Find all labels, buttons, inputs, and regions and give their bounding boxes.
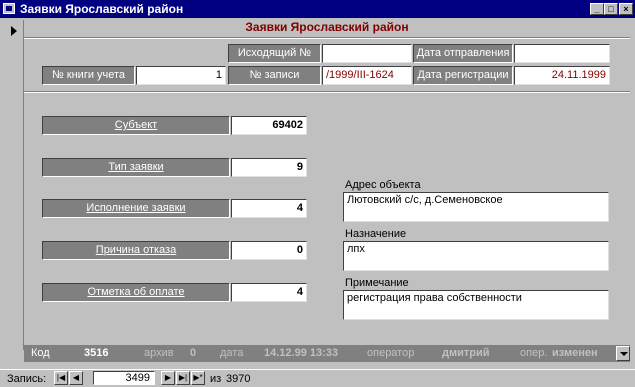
first-record-icon[interactable]: |◀	[54, 371, 68, 385]
window-titlebar[interactable]: Заявки Ярославский район _ □ ×	[0, 0, 635, 18]
date-label: дата	[220, 347, 244, 359]
request-execution-field[interactable]: 4	[231, 199, 307, 218]
record-selector[interactable]	[4, 20, 24, 350]
record-number-label: № записи	[228, 66, 321, 85]
record-navigation-bar: Запись: |◀ ◀ 3499 ▶ ▶| ▶* из 3970	[0, 369, 635, 387]
payment-mark-button[interactable]: Отметка об оплате	[42, 283, 230, 302]
operator-value: дмитрий	[442, 347, 490, 359]
header-divider	[24, 37, 630, 39]
form-window-icon[interactable]	[3, 3, 15, 14]
scroll-down-icon[interactable]	[616, 346, 630, 361]
payment-mark-field[interactable]: 4	[231, 283, 307, 302]
form-title: Заявки Ярославский район	[245, 20, 409, 34]
refusal-reason-button[interactable]: Причина отказа	[42, 241, 230, 260]
minimize-button[interactable]: _	[590, 3, 604, 15]
archive-label: архив	[144, 347, 174, 359]
outgoing-number-label: Исходящий №	[228, 44, 321, 63]
current-record-arrow-icon	[11, 26, 17, 36]
registration-date-field[interactable]: 24.11.1999	[514, 66, 610, 85]
object-address-field[interactable]: Лютовский с/с, д.Семеновское	[343, 192, 609, 222]
code-value: 3516	[84, 347, 109, 359]
outgoing-number-field[interactable]	[322, 44, 412, 63]
maximize-button[interactable]: □	[604, 3, 618, 15]
horizontal-scrollbar[interactable]	[300, 371, 630, 385]
note-label: Примечание	[345, 277, 409, 289]
operator-label: оператор	[367, 347, 415, 359]
op-value: изменен	[552, 347, 598, 359]
date-value: 14.12.99 13:33	[264, 347, 339, 359]
request-type-field[interactable]: 9	[231, 158, 307, 177]
new-record-icon[interactable]: ▶*	[191, 371, 205, 385]
of-label: из	[210, 373, 222, 385]
request-execution-button[interactable]: Исполнение заявки	[42, 199, 230, 218]
sent-date-field[interactable]	[514, 44, 610, 63]
code-label: Код	[31, 347, 50, 359]
current-record-field[interactable]: 3499	[93, 371, 155, 385]
object-address-label: Адрес объекта	[345, 179, 421, 191]
request-type-button[interactable]: Тип заявки	[42, 158, 230, 177]
last-record-icon[interactable]: ▶|	[176, 371, 190, 385]
close-button[interactable]: ×	[619, 3, 633, 15]
book-number-field[interactable]: 1	[136, 66, 226, 85]
note-field[interactable]: регистрация права собственности	[343, 290, 609, 320]
total-records: 3970	[226, 373, 251, 385]
record-label: Запись:	[7, 373, 47, 385]
subject-button[interactable]: Субъект	[42, 116, 230, 135]
archive-value: 0	[190, 347, 197, 359]
window-title: Заявки Ярославский район	[20, 2, 184, 16]
op-label: опер.	[520, 347, 548, 359]
refusal-reason-field[interactable]: 0	[231, 241, 307, 260]
next-record-icon[interactable]: ▶	[161, 371, 175, 385]
registration-date-label: Дата регистрации	[413, 66, 513, 85]
sent-date-label: Дата отправления	[413, 44, 513, 63]
section-divider	[24, 91, 630, 93]
purpose-field[interactable]: лпх	[343, 241, 609, 271]
book-number-label: № книги учета	[42, 66, 135, 85]
record-info-strip: Код 3516 архив 0 дата 14.12.99 13:33 опе…	[24, 345, 630, 362]
record-number-field[interactable]: /1999/III-1624	[322, 66, 412, 85]
purpose-label: Назначение	[345, 228, 407, 240]
prev-record-icon[interactable]: ◀	[69, 371, 83, 385]
subject-field[interactable]: 69402	[231, 116, 307, 135]
